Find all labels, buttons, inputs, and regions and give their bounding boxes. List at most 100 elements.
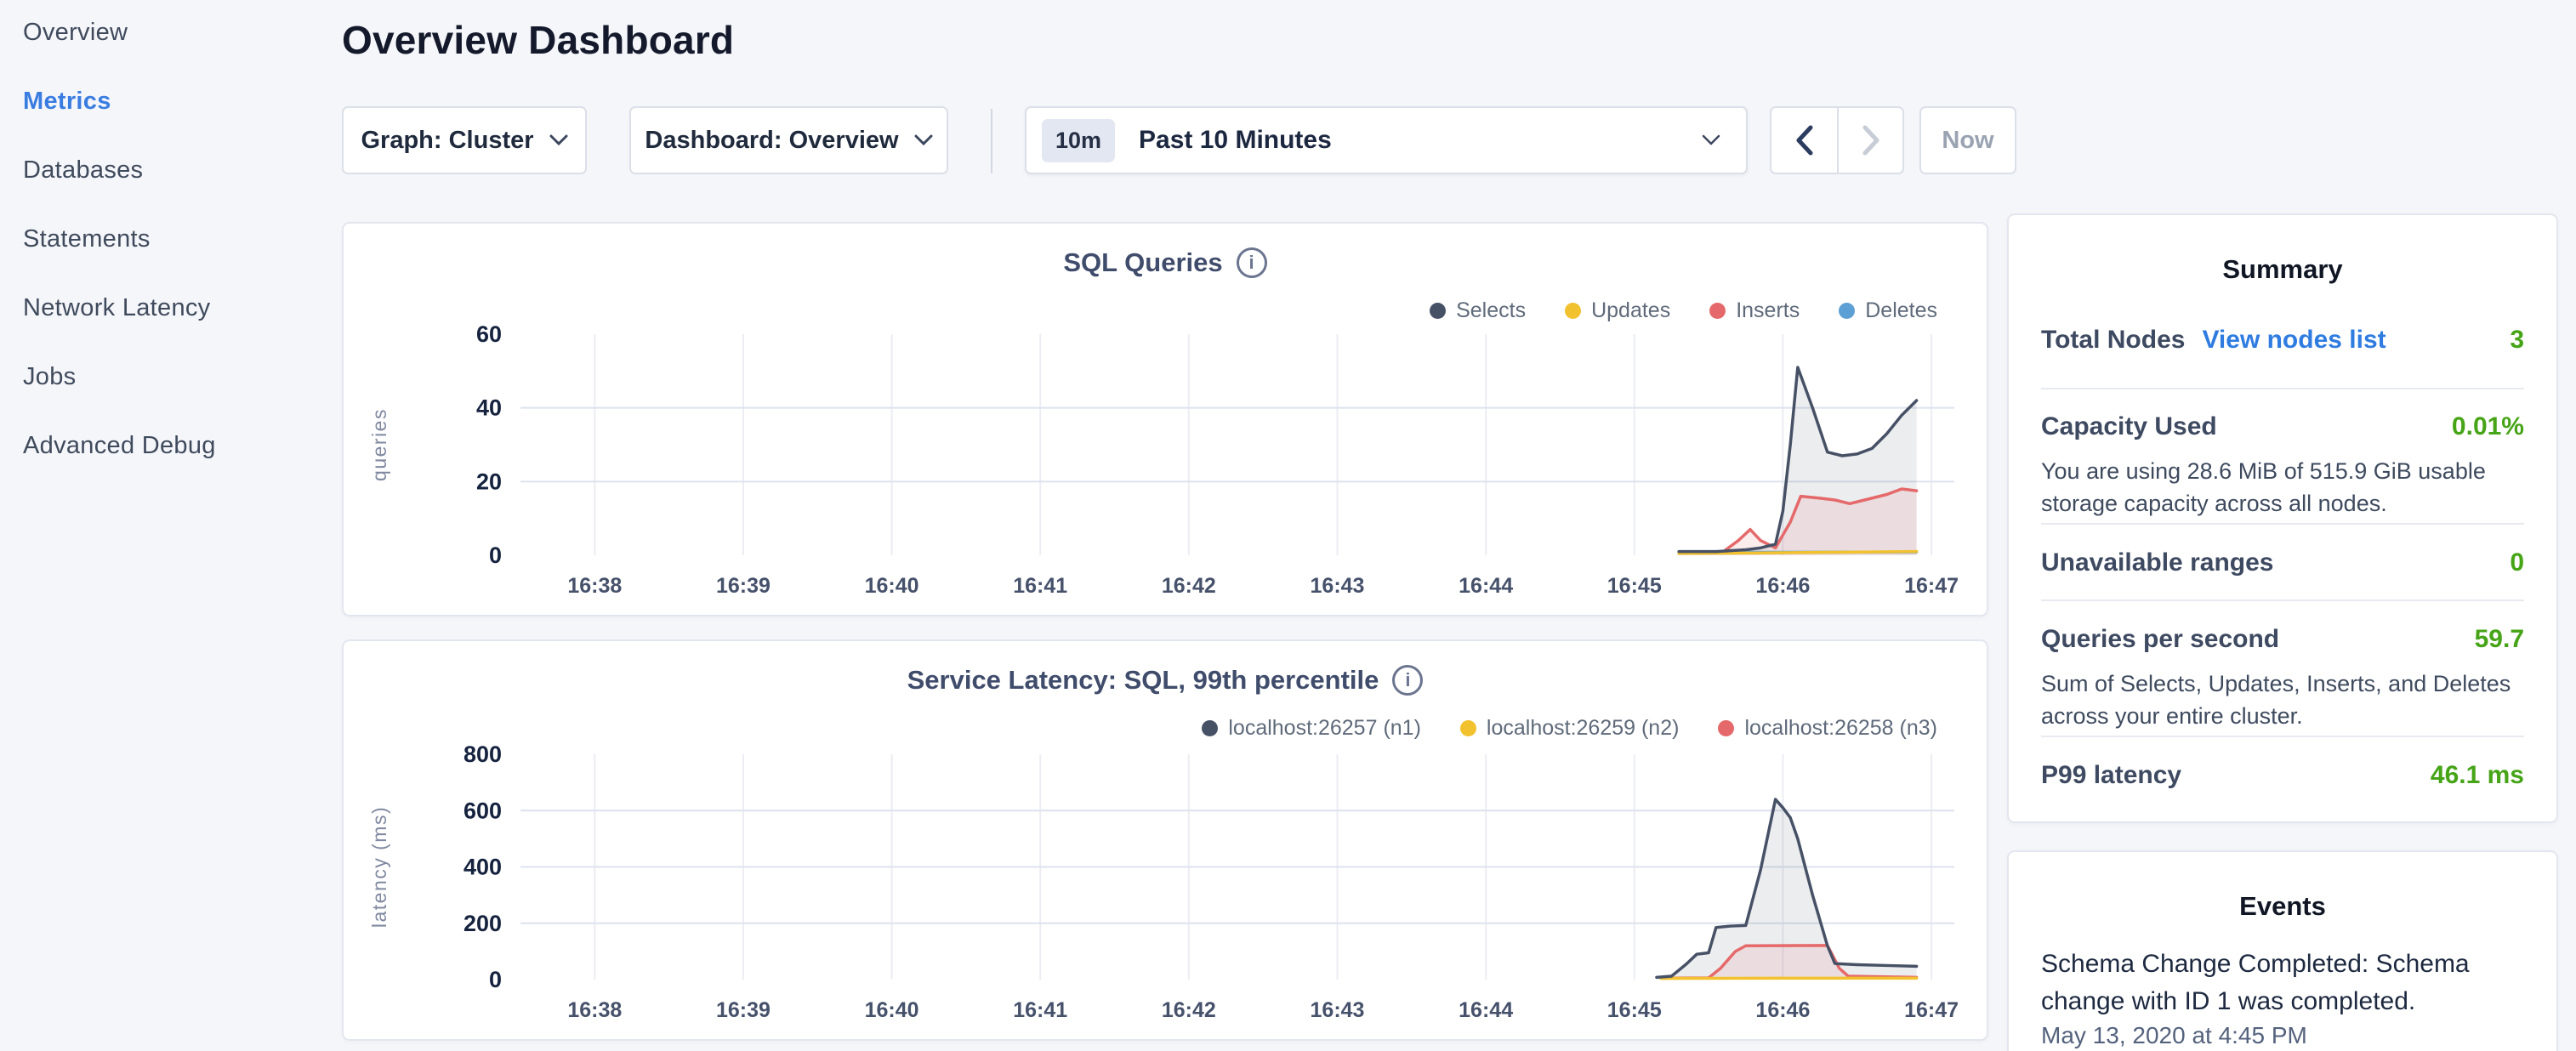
sidebar-item-network-latency[interactable]: Network Latency xyxy=(23,294,211,322)
sidebar-item-jobs[interactable]: Jobs xyxy=(23,363,76,391)
svg-text:16:46: 16:46 xyxy=(1755,574,1810,598)
legend-label: localhost:26258 (n3) xyxy=(1744,716,1937,741)
svg-text:16:43: 16:43 xyxy=(1311,998,1365,1022)
svg-text:200: 200 xyxy=(463,911,502,936)
chart-title: SQL Queries xyxy=(1063,247,1222,278)
svg-text:16:42: 16:42 xyxy=(1162,574,1216,598)
queries-per-second-subtext: Sum of Selects, Updates, Inserts, and De… xyxy=(2041,668,2531,732)
next-time-button[interactable] xyxy=(1837,108,1902,173)
legend-dot-icon xyxy=(1565,303,1581,319)
capacity-used-label: Capacity Used xyxy=(2041,412,2217,441)
svg-text:600: 600 xyxy=(463,798,502,823)
svg-text:16:41: 16:41 xyxy=(1013,998,1067,1022)
chevron-down-icon xyxy=(549,134,568,146)
svg-text:20: 20 xyxy=(476,469,502,494)
chart-title: Service Latency: SQL, 99th percentile xyxy=(907,665,1379,696)
info-icon[interactable]: i xyxy=(1392,665,1423,696)
info-icon[interactable]: i xyxy=(1237,247,1267,278)
legend-label: localhost:26257 (n1) xyxy=(1228,716,1421,741)
svg-text:16:39: 16:39 xyxy=(716,574,771,598)
legend-dot-icon xyxy=(1202,720,1218,736)
service-latency-card: Service Latency: SQL, 99th percentile i … xyxy=(342,639,1988,1041)
summary-row-capacity: Capacity Used 0.01% xyxy=(2041,412,2524,441)
legend-label: Inserts xyxy=(1736,298,1800,323)
legend-label: localhost:26259 (n2) xyxy=(1487,716,1680,741)
chart-legend: localhost:26257 (n1) localhost:26259 (n2)… xyxy=(1202,716,1937,741)
svg-text:16:38: 16:38 xyxy=(567,998,622,1022)
legend-item[interactable]: Updates xyxy=(1565,298,1670,323)
chevron-right-icon xyxy=(1862,125,1880,156)
chevron-down-icon xyxy=(1702,134,1720,146)
capacity-used-subtext: You are using 28.6 MiB of 515.9 GiB usab… xyxy=(2041,455,2531,520)
event-timestamp: May 13, 2020 at 4:45 PM xyxy=(2041,1022,2307,1049)
sidebar-item-advanced-debug[interactable]: Advanced Debug xyxy=(23,432,216,460)
sidebar-item-statements[interactable]: Statements xyxy=(23,225,151,253)
divider xyxy=(2041,599,2524,601)
capacity-used-value: 0.01% xyxy=(2452,412,2524,441)
unavailable-ranges-label: Unavailable ranges xyxy=(2041,548,2273,577)
sql-queries-chart: 16:38 16:39 16:40 16:41 16:42 16:43 16:44 16:45… xyxy=(344,321,1990,611)
time-range-label: Past 10 Minutes xyxy=(1139,126,1702,155)
view-nodes-list-link[interactable]: View nodes list xyxy=(2202,326,2386,355)
page-title: Overview Dashboard xyxy=(342,17,734,63)
events-title: Events xyxy=(2009,891,2556,922)
summary-title: Summary xyxy=(2009,254,2556,285)
queries-per-second-value: 59.7 xyxy=(2475,625,2524,654)
service-latency-chart: 16:3816:3916:4016:4116:4216:4316:4416:45… xyxy=(344,739,1990,1038)
legend-item[interactable]: localhost:26258 (n3) xyxy=(1718,716,1937,741)
sidebar-item-metrics[interactable]: Metrics xyxy=(23,88,111,116)
legend-dot-icon xyxy=(1718,720,1734,736)
prev-time-button[interactable] xyxy=(1771,108,1837,173)
graph-dropdown-label: Graph: Cluster xyxy=(361,127,533,155)
legend-item[interactable]: localhost:26259 (n2) xyxy=(1460,716,1680,741)
sql-queries-card: SQL Queries i Selects Updates Inserts Delet… xyxy=(342,222,1988,616)
svg-text:16:45: 16:45 xyxy=(1607,574,1662,598)
summary-panel: Summary Total Nodes View nodes list 3 Ca… xyxy=(2007,213,2558,823)
queries-per-second-label: Queries per second xyxy=(2041,625,2279,654)
dashboard-dropdown[interactable]: Dashboard: Overview xyxy=(629,106,948,174)
svg-text:0: 0 xyxy=(489,967,502,992)
svg-text:16:38: 16:38 xyxy=(567,574,622,598)
svg-text:16:44: 16:44 xyxy=(1459,998,1513,1022)
event-text: Schema Change Completed: Schema change w… xyxy=(2041,946,2528,1020)
divider xyxy=(2041,388,2524,389)
unavailable-ranges-value: 0 xyxy=(2510,548,2524,577)
summary-row-total-nodes: Total Nodes View nodes list 3 xyxy=(2041,326,2524,355)
sidebar-item-overview[interactable]: Overview xyxy=(23,19,128,47)
svg-text:16:46: 16:46 xyxy=(1755,998,1810,1022)
total-nodes-value: 3 xyxy=(2510,326,2524,355)
svg-text:0: 0 xyxy=(489,543,502,568)
legend-dot-icon xyxy=(1709,303,1726,319)
legend-item[interactable]: localhost:26257 (n1) xyxy=(1202,716,1421,741)
svg-text:16:39: 16:39 xyxy=(716,998,771,1022)
svg-text:16:43: 16:43 xyxy=(1311,574,1365,598)
p99-latency-label: P99 latency xyxy=(2041,761,2181,790)
total-nodes-label: Total Nodes xyxy=(2041,326,2185,355)
svg-text:16:40: 16:40 xyxy=(865,574,919,598)
svg-text:16:40: 16:40 xyxy=(865,998,919,1022)
chevron-left-icon xyxy=(1795,125,1814,156)
chart-legend: Selects Updates Inserts Deletes xyxy=(1430,298,1937,323)
legend-item[interactable]: Inserts xyxy=(1709,298,1800,323)
events-panel: Events Schema Change Completed: Schema c… xyxy=(2007,850,2558,1051)
divider xyxy=(2041,736,2524,737)
time-range-selector[interactable]: 10m Past 10 Minutes xyxy=(1025,106,1748,174)
legend-dot-icon xyxy=(1460,720,1476,736)
svg-text:16:47: 16:47 xyxy=(1904,574,1959,598)
divider xyxy=(2041,523,2524,525)
svg-text:latency (ms): latency (ms) xyxy=(368,806,390,928)
now-button[interactable]: Now xyxy=(1919,106,2016,174)
svg-text:40: 40 xyxy=(476,395,502,421)
svg-text:16:41: 16:41 xyxy=(1013,574,1067,598)
svg-text:16:44: 16:44 xyxy=(1459,574,1513,598)
chevron-down-icon xyxy=(914,134,933,146)
summary-row-unavailable: Unavailable ranges 0 xyxy=(2041,548,2524,577)
legend-item[interactable]: Selects xyxy=(1430,298,1526,323)
time-range-badge: 10m xyxy=(1042,119,1115,162)
svg-text:800: 800 xyxy=(463,741,502,767)
dashboard-dropdown-label: Dashboard: Overview xyxy=(645,127,898,155)
sidebar-item-databases[interactable]: Databases xyxy=(23,156,143,185)
graph-dropdown[interactable]: Graph: Cluster xyxy=(342,106,587,174)
legend-item[interactable]: Deletes xyxy=(1839,298,1937,323)
p99-latency-value: 46.1 ms xyxy=(2431,761,2524,790)
